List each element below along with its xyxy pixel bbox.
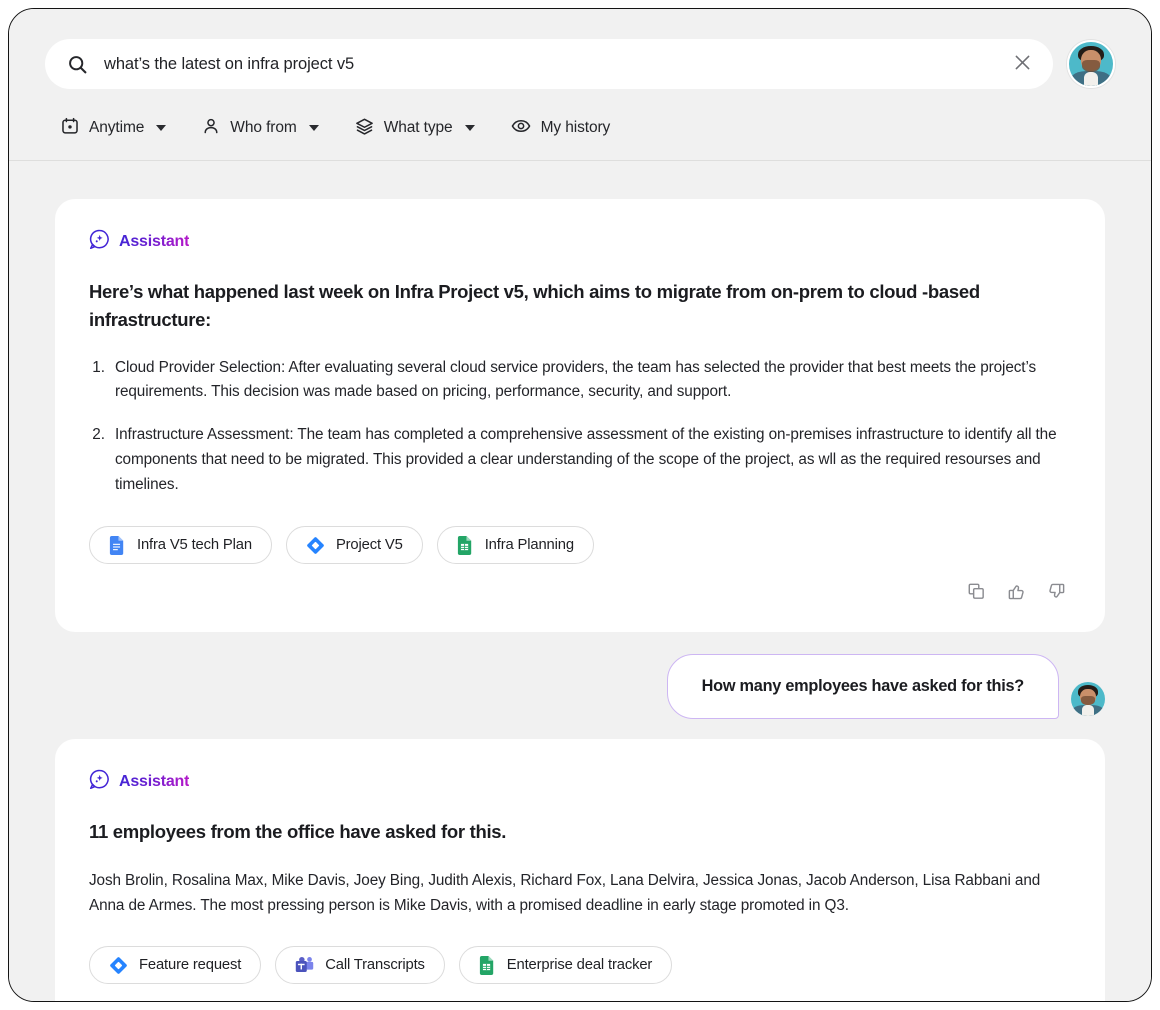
thumbs-down-button[interactable] [1043,1000,1069,1001]
filter-what-type-label: What type [383,118,453,136]
user-avatar-message[interactable] [1071,682,1105,717]
copy-icon [967,582,986,604]
clear-search-button[interactable] [1009,51,1035,77]
search-bar[interactable] [45,39,1053,89]
jira-icon [109,956,128,975]
assistant-message-card-2: Assistant 11 employees from the office h… [55,739,1105,1001]
source-chip-enterprise-deal-tracker[interactable]: Enterprise deal tracker [458,946,673,985]
search-icon [67,54,88,75]
source-chip-infra-planning[interactable]: Infra Planning [436,526,594,565]
eye-icon [511,116,531,139]
google-docs-icon [109,535,126,555]
close-icon [1015,55,1030,73]
thumbs-up-button[interactable] [1003,580,1029,606]
assistant-header: Assistant [89,229,1071,255]
list-item: Cloud Provider Selection: After evaluati… [109,356,1071,406]
filter-anytime[interactable]: Anytime [47,110,180,145]
thumbs-up-icon [1007,582,1026,604]
assistant-sparkle-bubble-icon [89,769,110,795]
calendar-icon [61,117,79,138]
list-item: Infrastructure Assessment: The team has … [109,423,1071,498]
google-sheets-icon [457,535,474,555]
user-message-bubble: How many employees have asked for this? [666,654,1059,720]
feedback-row-1 [89,580,1071,606]
search-input[interactable] [104,54,993,74]
app-window: Anytime Who from [8,8,1152,1002]
assistant-header: Assistant [89,769,1071,795]
search-header: Anytime Who from [9,9,1151,161]
source-chip-label: Infra V5 tech Plan [137,537,252,554]
answer-lead-2: 11 employees from the office have asked … [89,821,507,843]
source-chip-label: Feature request [139,957,242,974]
answer-lead-1: Here’s what happened last week on Infra … [89,281,980,330]
source-chip-call-transcripts[interactable]: Call Transcripts [275,946,445,985]
source-chip-infra-v5-tech-plan[interactable]: Infra V5 tech Plan [89,526,272,565]
user-avatar-header[interactable] [1067,40,1115,88]
filter-who-from[interactable]: Who from [188,110,332,145]
chevron-down-icon [156,124,167,131]
source-chip-list-2: Feature request Call Transcripts Enterpr… [89,946,1071,985]
assistant-message-card-1: Assistant Here’s what happened last week… [55,199,1105,633]
filter-what-type[interactable]: What type [341,110,489,146]
filter-bar: Anytime Who from What type My history [45,109,1115,146]
avatar-illustration [1069,42,1113,86]
user-message-row: How many employees have asked for this? [55,654,1105,720]
assistant-label: Assistant [119,773,190,791]
assistant-sparkle-bubble-icon [89,229,110,255]
filter-my-history[interactable]: My history [497,109,625,146]
assistant-label: Assistant [119,233,190,250]
source-chip-label: Call Transcripts [325,957,425,974]
person-icon [202,117,220,138]
microsoft-teams-icon [295,956,314,974]
copy-button[interactable] [963,580,989,606]
google-sheets-icon [479,955,496,975]
thumbs-down-button[interactable] [1043,580,1069,606]
source-chip-project-v5[interactable]: Project V5 [285,526,423,565]
answer-list-1: Cloud Provider Selection: After evaluati… [109,356,1071,499]
source-chip-feature-request[interactable]: Feature request [89,946,262,985]
conversation-area[interactable]: Assistant Here’s what happened last week… [9,161,1151,1001]
filter-my-history-label: My history [540,118,611,136]
filter-anytime-label: Anytime [89,118,145,136]
source-chip-label: Project V5 [335,537,403,554]
thumbs-up-button[interactable] [1003,1000,1029,1001]
copy-button[interactable] [963,1000,989,1001]
search-row [45,39,1115,89]
feedback-row-2 [89,1000,1071,1001]
thumbs-down-icon [1047,582,1066,604]
source-chip-label: Enterprise deal tracker [506,957,653,974]
layers-icon [355,117,374,139]
answer-body-2: Josh Brolin, Rosalina Max, Mike Davis, J… [89,871,1041,914]
filter-who-from-label: Who from [230,118,297,136]
avatar-illustration [1071,682,1105,717]
chevron-down-icon [308,124,319,131]
source-chip-list-1: Infra V5 tech Plan Project V5 Infra Plan… [89,526,1071,565]
source-chip-label: Infra Planning [484,537,574,554]
chevron-down-icon [464,124,475,131]
jira-icon [306,536,325,555]
